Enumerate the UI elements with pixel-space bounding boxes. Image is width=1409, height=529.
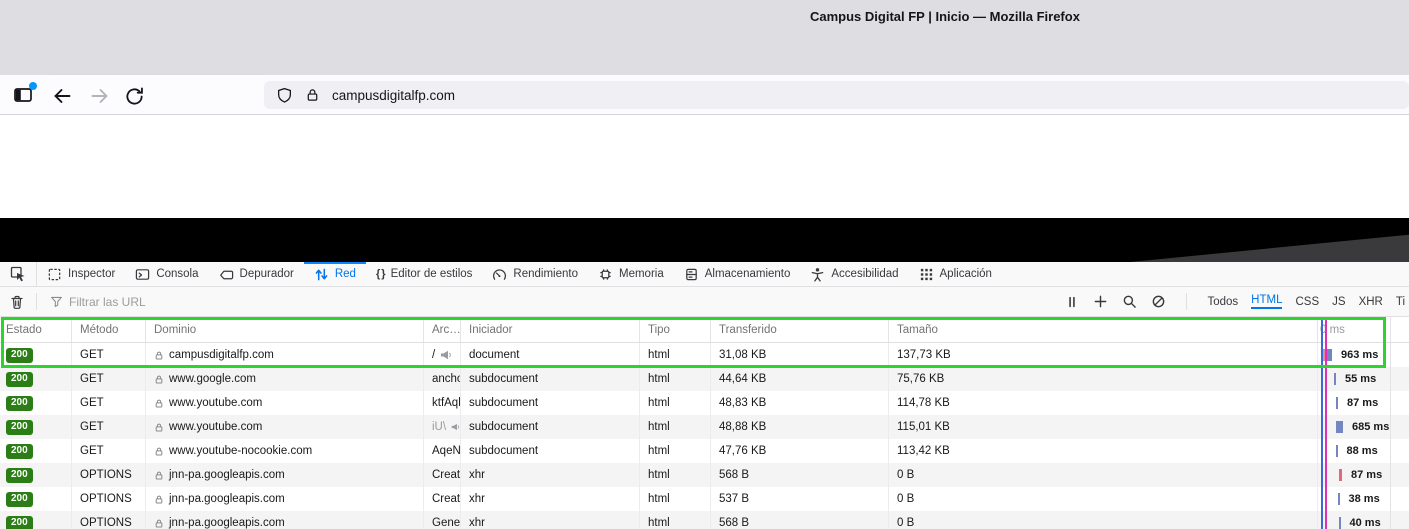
back-button[interactable] [50,84,74,108]
table-row[interactable]: 200 OPTIONS jnn-pa.googleapis.com Genera… [0,511,1409,529]
lock-icon [154,398,164,409]
col-header-transferido[interactable]: Transferido [711,317,889,342]
add-request-icon[interactable] [1093,294,1108,309]
col-header-dominio[interactable]: Dominio [146,317,424,342]
devtools-tab-accesibilidad[interactable]: Accesibilidad [800,262,908,286]
waterfall-bar [1334,373,1336,385]
filter-chip-ti[interactable]: Ti [1396,296,1405,308]
devtools-tab-inspector[interactable]: Inspector [37,262,125,286]
debugger-icon [219,267,234,282]
col-header-archivo[interactable]: Arc… [424,317,461,342]
storage-icon [684,267,699,282]
console-icon [135,267,150,282]
search-icon[interactable] [1122,294,1137,309]
webpage-content: CAMPUS DIGITAL FP Estudia con nosotros/a… [0,115,1409,218]
status-badge: 200 [6,492,33,507]
waterfall-bar [1323,349,1332,361]
filter-chip-js[interactable]: JS [1332,296,1345,308]
reload-button[interactable] [122,84,146,108]
devtools-tab-almacenamiento[interactable]: Almacenamiento [674,262,801,286]
lock-icon [154,422,164,433]
col-header-iniciador[interactable]: Iniciador [461,317,640,342]
shield-icon[interactable] [276,87,293,104]
lock-icon [154,518,164,529]
table-row[interactable]: 200 GET www.google.com anchor subdocumen… [0,367,1409,391]
toolbar-divider [36,293,37,310]
url-text: campusdigitalfp.com [332,88,455,103]
notification-dot [29,82,37,90]
table-header-row: Estado Método Dominio Arc… Iniciador Tip… [0,317,1409,343]
waterfall-bar [1336,397,1338,409]
filter-chip-css[interactable]: CSS [1295,296,1319,308]
lock-icon [154,470,164,481]
element-picker-button[interactable] [0,262,37,286]
memory-icon [598,267,613,282]
waterfall-bar [1336,421,1343,433]
status-badge: 200 [6,372,33,387]
megaphone-icon [440,350,452,360]
block-icon[interactable] [1151,294,1166,309]
tab-strip: Campus Digital FP | Inicio ✕ + [0,36,1409,75]
filter-url-input[interactable] [69,295,369,309]
filter-chip-todos[interactable]: Todos [1207,296,1238,308]
url-bar[interactable]: campusdigitalfp.com [264,81,1409,109]
devtools-tabbar: Inspector Consola Depurador [0,262,1409,287]
forward-button[interactable] [88,84,112,108]
network-toolbar: Todos HTML CSS JS XHR Ti [0,287,1409,317]
devtools-tab-aplicacion[interactable]: Aplicación [909,262,1002,286]
waterfall-bar [1336,445,1338,457]
devtools-tab-consola[interactable]: Consola [125,262,208,286]
table-body: 200 GET campusdigitalfp.com / document h… [0,343,1409,529]
devtools-tab-rendimiento[interactable]: Rendimiento [482,262,588,286]
filter-chip-xhr[interactable]: XHR [1359,296,1383,308]
style-editor-icon: { } [376,268,385,280]
table-row[interactable]: 200 GET campusdigitalfp.com / document h… [0,343,1409,367]
lock-icon [154,494,164,505]
megaphone-icon [451,422,460,432]
waterfall-bar [1339,469,1342,481]
col-header-estado[interactable]: Estado [0,317,72,342]
table-row[interactable]: 200 GET www.youtube-nocookie.com AqeNU s… [0,439,1409,463]
devtools-tab-editor-estilos[interactable]: { } Editor de estilos [366,262,482,286]
status-badge: 200 [6,516,33,529]
network-table: Estado Método Dominio Arc… Iniciador Tip… [0,317,1409,529]
col-header-timeline[interactable]: 0 ms [1318,317,1409,342]
lock-icon [154,446,164,457]
col-header-tamano[interactable]: Tamaño [889,317,1318,342]
table-row[interactable]: 200 OPTIONS jnn-pa.googleapis.com Create… [0,463,1409,487]
firefox-window: Campus Digital FP | Inicio — Mozilla Fir… [0,0,1409,529]
lock-icon [154,350,164,361]
waterfall-bar [1339,517,1341,529]
filter-funnel-icon [43,295,69,308]
table-row[interactable]: 200 OPTIONS jnn-pa.googleapis.com Create… [0,487,1409,511]
lock-icon[interactable] [305,87,320,103]
status-badge: 200 [6,348,33,363]
inspector-icon [47,267,62,282]
status-badge: 200 [6,420,33,435]
window-title: Campus Digital FP | Inicio — Mozilla Fir… [810,9,1080,24]
clear-requests-button[interactable] [4,294,30,310]
network-icon [314,267,329,282]
col-header-metodo[interactable]: Método [72,317,146,342]
col-header-tipo[interactable]: Tipo [640,317,711,342]
status-badge: 200 [6,444,33,459]
devtools-tab-red[interactable]: Red [304,262,366,286]
pause-icon[interactable] [1065,295,1079,309]
window-titlebar: Campus Digital FP | Inicio — Mozilla Fir… [0,0,1409,36]
waterfall-bar [1338,493,1340,505]
devtools-tab-depurador[interactable]: Depurador [209,262,304,286]
application-icon [919,267,934,282]
devtools-tab-memoria[interactable]: Memoria [588,262,674,286]
status-badge: 200 [6,468,33,483]
lock-icon [154,374,164,385]
toolbar-divider [1186,293,1187,310]
accessibility-icon [810,267,825,282]
table-row[interactable]: 200 GET www.youtube.com ktfAqb subdocume… [0,391,1409,415]
table-row[interactable]: 200 GET www.youtube.com iU\ subdocument … [0,415,1409,439]
status-badge: 200 [6,396,33,411]
filter-chip-html[interactable]: HTML [1251,294,1282,309]
performance-icon [492,267,507,282]
